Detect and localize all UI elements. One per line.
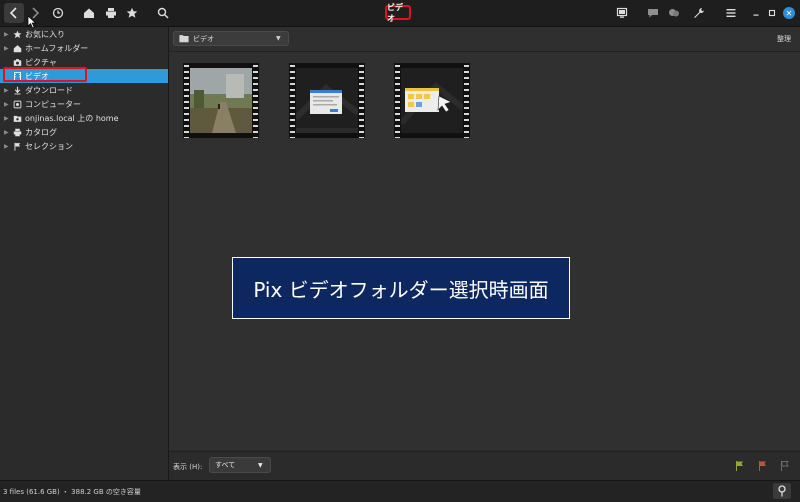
tag-button[interactable] xyxy=(664,3,684,23)
chevron-down-icon: ▼ xyxy=(258,461,263,469)
history-icon xyxy=(52,7,64,19)
view-filter-value: すべて xyxy=(215,461,236,469)
sidebar-item-downloads[interactable]: ▶ ダウンロード xyxy=(0,83,168,97)
close-icon: ✕ xyxy=(785,8,793,18)
header-bar: ビデオ ✕ xyxy=(0,0,800,27)
catalog-icon xyxy=(12,127,22,137)
sidebar-item-favorites[interactable]: ▶ お気に入り xyxy=(0,27,168,41)
home-icon xyxy=(12,43,22,53)
flag-icon xyxy=(12,141,22,151)
sidebar-item-label: onjinas.local 上の home xyxy=(25,113,119,123)
video-thumbnail[interactable] xyxy=(289,63,365,138)
film-strip-left xyxy=(290,63,295,138)
comment-button[interactable] xyxy=(643,3,663,23)
print-button[interactable] xyxy=(101,3,121,23)
expand-arrow-icon[interactable]: ▶ xyxy=(4,45,9,52)
status-text: 3 files (61.6 GB) ・ 388.2 GB の空き容量 xyxy=(3,488,141,496)
sidebar-item-selection[interactable]: ▶ セレクション xyxy=(0,139,168,153)
search-icon xyxy=(157,7,169,19)
back-button[interactable] xyxy=(4,3,24,23)
video-thumbnail[interactable] xyxy=(183,63,259,138)
thumbnail-image xyxy=(190,68,252,133)
favorite-button[interactable] xyxy=(122,3,142,23)
bottom-toolbar: 表示 (H): すべて ▼ xyxy=(169,451,800,480)
download-icon xyxy=(12,85,22,95)
folder-select-label: ビデオ xyxy=(193,34,214,43)
sidebar: ▶ お気に入り ▶ ホームフォルダー ピクチャ ビデオ ▶ ダウンロード ▶ コ… xyxy=(0,27,169,501)
main-menu-button[interactable] xyxy=(721,3,741,23)
pin-icon xyxy=(778,485,786,497)
sidebar-item-label: ピクチャ xyxy=(25,57,57,67)
chevron-down-icon: ▼ xyxy=(276,35,281,42)
printer-icon xyxy=(106,8,116,18)
viewer-button[interactable] xyxy=(612,3,632,23)
mouse-cursor-icon xyxy=(27,15,37,29)
thumbnail-image xyxy=(293,68,360,133)
flag-unflag-button[interactable] xyxy=(780,460,790,472)
back-icon xyxy=(9,7,17,19)
maximize-icon xyxy=(768,9,776,17)
thumbnail-grid xyxy=(169,52,800,450)
sidebar-item-computer[interactable]: ▶ コンピューター xyxy=(0,97,168,111)
comment-icon xyxy=(648,9,658,18)
monitor-icon xyxy=(616,7,628,18)
camera-icon xyxy=(12,57,22,67)
close-button[interactable]: ✕ xyxy=(783,7,795,19)
flag-reject-button[interactable] xyxy=(758,460,768,472)
folder-select[interactable]: ビデオ ▼ xyxy=(173,31,289,46)
home-icon xyxy=(84,8,94,18)
organize-button[interactable]: 整理 xyxy=(777,34,791,44)
expand-arrow-icon[interactable]: ▶ xyxy=(4,101,9,108)
tools-button[interactable] xyxy=(689,3,709,23)
sidebar-item-label: お気に入り xyxy=(25,29,65,39)
sidebar-item-label: コンピューター xyxy=(25,99,81,109)
flag-gray-icon xyxy=(781,461,789,471)
browser-toolbar: ビデオ ▼ 整理 xyxy=(169,27,800,52)
expand-arrow-icon[interactable]: ▶ xyxy=(4,115,9,122)
star-icon xyxy=(126,7,138,18)
film-strip-left xyxy=(184,63,189,138)
sidebar-item-catalog[interactable]: ▶ カタログ xyxy=(0,125,168,139)
network-folder-icon xyxy=(12,113,22,123)
tag-icon xyxy=(669,9,679,17)
flag-green-icon xyxy=(736,461,743,471)
computer-icon xyxy=(12,99,22,109)
film-strip-right xyxy=(253,63,258,138)
wrench-icon xyxy=(694,8,704,18)
flag-pick-button[interactable] xyxy=(735,460,745,472)
caption-banner: Pix ビデオフォルダー選択時画面 xyxy=(232,257,570,319)
video-thumbnail[interactable] xyxy=(394,63,470,138)
sidebar-item-home[interactable]: ▶ ホームフォルダー xyxy=(0,41,168,55)
sidebar-item-label: セレクション xyxy=(25,141,73,151)
star-icon xyxy=(12,29,22,39)
search-button[interactable] xyxy=(153,3,173,23)
folder-icon xyxy=(179,34,189,43)
film-strip-left xyxy=(395,63,400,138)
sidebar-item-label: ダウンロード xyxy=(25,85,73,95)
pin-button[interactable] xyxy=(773,483,791,499)
selection-highlight-outline xyxy=(3,67,87,82)
home-button[interactable] xyxy=(79,3,99,23)
status-bar: 3 files (61.6 GB) ・ 388.2 GB の空き容量 xyxy=(0,480,800,502)
history-button[interactable] xyxy=(48,3,68,23)
expand-arrow-icon[interactable]: ▶ xyxy=(4,129,9,136)
sidebar-item-network-home[interactable]: ▶ onjinas.local 上の home xyxy=(0,111,168,125)
expand-arrow-icon[interactable]: ▶ xyxy=(4,87,9,94)
thumbnail-image xyxy=(398,68,465,133)
window-title: ビデオ xyxy=(385,3,411,23)
film-strip-right xyxy=(359,63,364,138)
flag-red-icon xyxy=(759,461,766,471)
view-filter-label: 表示 (H): xyxy=(173,463,203,471)
view-filter-select[interactable]: すべて ▼ xyxy=(209,457,271,473)
minimize-icon xyxy=(753,14,759,16)
expand-arrow-icon[interactable]: ▶ xyxy=(4,143,9,150)
expand-arrow-icon[interactable]: ▶ xyxy=(4,31,9,38)
menu-icon xyxy=(726,9,736,17)
maximize-button[interactable] xyxy=(762,3,782,23)
film-strip-right xyxy=(464,63,469,138)
sidebar-item-label: カタログ xyxy=(25,127,57,137)
sidebar-item-label: ホームフォルダー xyxy=(25,43,89,53)
